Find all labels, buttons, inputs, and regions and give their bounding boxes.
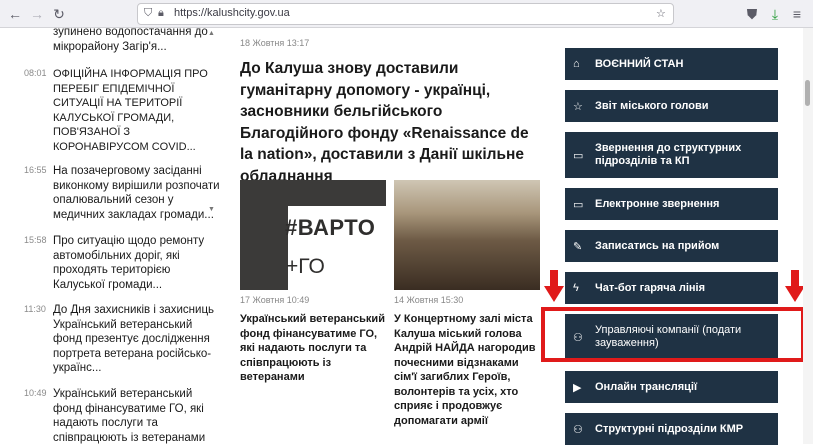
news-title[interactable]: ОФІЦІЙНА ІНФОРМАЦІЯ ПРО ПЕРЕБІГ ЕПІДЕМІЧ… [53, 67, 223, 154]
news-feed: зупинено водопостачання до мікрорайону З… [0, 28, 228, 444]
menu-electronic-appeal[interactable]: ▭ Електронне звернення [565, 188, 778, 220]
page-scrollbar-thumb[interactable] [805, 80, 810, 106]
news-time: 08:01 [24, 68, 47, 78]
card-date: 17 Жовтня 10:49 [240, 295, 310, 305]
back-icon[interactable]: ← [6, 5, 24, 23]
browser-toolbar: ← → ↻ ⛉ 🔒︎ https://kalushcity.gov.ua ☆ ⛊… [0, 0, 813, 28]
image-caption: +ГО [286, 255, 325, 278]
news-title[interactable]: Український ветеранський фонд фінансуват… [53, 387, 223, 444]
highlight-box [541, 307, 805, 362]
menu-mayor-report[interactable]: ☆ Звіт міського голови [565, 90, 778, 122]
forward-icon[interactable]: → [28, 5, 46, 23]
menu-structural-units[interactable]: ⚇ Структурні підрозділи КМР [565, 413, 778, 445]
downloads-icon[interactable]: ⤓ [766, 5, 784, 23]
news-title[interactable]: На позачерговому засіданні виконкому вир… [53, 164, 223, 222]
star-icon: ☆ [573, 100, 583, 113]
news-time: 10:49 [24, 388, 47, 398]
main-story-date: 18 Жовтня 13:17 [240, 38, 310, 48]
menu-icon[interactable]: ≡ [788, 5, 806, 23]
news-time: 16:55 [24, 165, 47, 175]
news-time: 11:30 [24, 304, 46, 314]
menu-appeal-departments[interactable]: ▭ Звернення до структурних підрозділів т… [565, 132, 778, 178]
menu-martial-law[interactable]: ⌂ ВОЄННИЙ СТАН [565, 48, 778, 80]
shield-icon[interactable]: ⛉ [144, 7, 152, 20]
scroll-down-icon[interactable]: ▼ [208, 206, 215, 213]
service-menu: ⌂ ВОЄННИЙ СТАН ☆ Звіт міського голови ▭ … [555, 28, 813, 445]
main-news: 18 Жовтня 13:17 До Калуша знову доставил… [232, 28, 550, 444]
card-title[interactable]: У Концертному залі міста Калуша міський … [394, 312, 540, 428]
sitemap-icon: ⚇ [573, 423, 583, 436]
message-icon: ▭ [573, 198, 584, 211]
pocket-icon[interactable]: ⛊ [743, 5, 761, 23]
bookmark-star-icon[interactable]: ☆ [656, 7, 666, 20]
card-image-concert[interactable] [394, 180, 540, 290]
reload-icon[interactable]: ↻ [50, 5, 68, 23]
home-icon: ⌂ [573, 58, 580, 70]
url-text[interactable]: https://kalushcity.gov.ua [174, 7, 290, 19]
menu-chatbot-hotline[interactable]: ϟ Чат-бот гаряча лінія [565, 272, 778, 304]
edit-icon: ✎ [573, 240, 583, 253]
lock-icon[interactable]: 🔒︎ [158, 7, 164, 20]
bolt-icon: ϟ [573, 282, 579, 294]
news-title[interactable]: зупинено водопостачання до мікрорайону З… [53, 28, 223, 54]
menu-book-appointment[interactable]: ✎ Записатись на прийом [565, 230, 778, 262]
news-title[interactable]: Про ситуацію щодо ремонту автомобільних … [53, 234, 223, 292]
news-title[interactable]: До Дня захисників і захисниць Українськи… [53, 303, 223, 376]
url-bar[interactable]: ⛉ 🔒︎ https://kalushcity.gov.ua ☆ [137, 3, 674, 25]
scroll-up-icon[interactable]: ▲ [208, 30, 215, 37]
menu-online-broadcasts[interactable]: ▶ Онлайн трансляції [565, 371, 778, 403]
card-title[interactable]: Український ветеранський фонд фінансуват… [240, 312, 386, 385]
card-date: 14 Жовтня 15:30 [394, 295, 464, 305]
card-image-varto[interactable]: #ВАРТО +ГО [240, 180, 386, 290]
main-story-headline[interactable]: До Калуша знову доставили гуманітарну до… [240, 58, 545, 187]
chat-icon: ▭ [573, 149, 584, 162]
video-icon: ▶ [573, 381, 582, 394]
image-caption: #ВАРТО [285, 215, 376, 240]
news-time: 15:58 [24, 235, 47, 245]
arrow-down-icon [785, 270, 805, 302]
arrow-down-icon [544, 270, 564, 302]
